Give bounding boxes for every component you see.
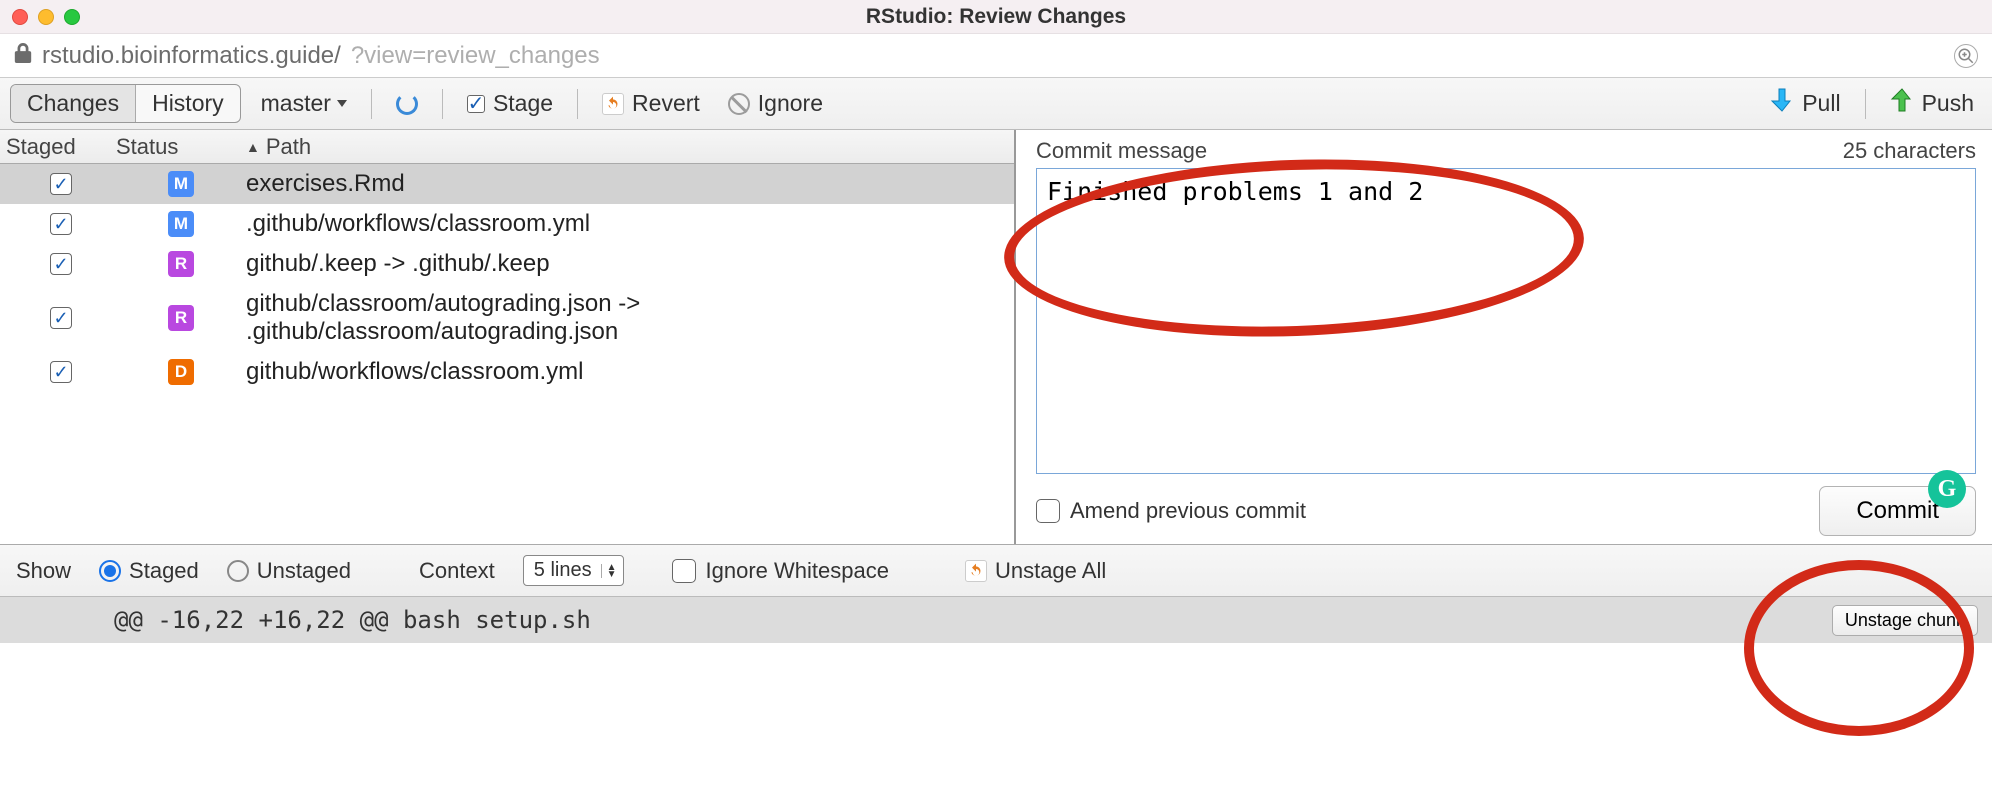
minimize-window-button[interactable]	[38, 9, 54, 25]
titlebar: RStudio: Review Changes	[0, 0, 1992, 34]
staged-checkbox[interactable]: ✓	[50, 213, 72, 235]
col-path[interactable]: ▲ Path	[246, 134, 1008, 160]
tab-changes[interactable]: Changes	[11, 85, 136, 122]
ignore-button[interactable]: Ignore	[720, 86, 831, 121]
window-controls	[0, 9, 80, 25]
pull-button[interactable]: Pull	[1762, 83, 1848, 124]
staged-checkbox[interactable]: ✓	[50, 253, 72, 275]
push-label: Push	[1922, 90, 1974, 117]
window-title: RStudio: Review Changes	[0, 5, 1992, 29]
checkbox-icon	[672, 559, 696, 583]
hunk-line: @@ -16,22 +16,22 @@ bash setup.sh	[14, 606, 591, 634]
amend-label: Amend previous commit	[1070, 498, 1306, 524]
commit-char-count: 25 characters	[1843, 138, 1976, 164]
checkbox-icon	[1036, 499, 1060, 523]
file-row[interactable]: ✓ Dgithub/workflows/classroom.yml	[0, 352, 1014, 392]
revert-button[interactable]: Revert	[594, 86, 708, 121]
url-host[interactable]: rstudio.bioinformatics.guide/	[42, 42, 341, 70]
push-button[interactable]: Push	[1882, 83, 1982, 124]
col-status[interactable]: Status	[116, 134, 246, 160]
file-path: github/classroom/autograding.json -> .gi…	[246, 290, 1008, 346]
view-tabs: Changes History	[10, 84, 241, 123]
status-badge: M	[168, 211, 194, 237]
file-row[interactable]: ✓ M .github/workflows/classroom.yml	[0, 204, 1014, 244]
file-path: github/.keep -> .github/.keep	[246, 250, 1008, 278]
col-staged[interactable]: Staged	[6, 134, 116, 160]
url-query[interactable]: ?view=review_changes	[351, 42, 600, 70]
zoom-icon[interactable]	[1954, 44, 1978, 68]
stepper-icon: ▲▼	[601, 564, 617, 578]
refresh-button[interactable]	[388, 89, 426, 119]
chevron-down-icon	[337, 100, 347, 107]
file-path: exercises.Rmd	[246, 170, 1008, 198]
arrow-down-icon	[1770, 87, 1794, 120]
staged-checkbox[interactable]: ✓	[50, 361, 72, 383]
diff-options-bar: Show Staged Unstaged Context 5 lines ▲▼ …	[0, 545, 1992, 597]
show-unstaged-radio[interactable]: Unstaged	[227, 558, 351, 584]
commit-message-input[interactable]	[1036, 168, 1976, 474]
maximize-window-button[interactable]	[64, 9, 80, 25]
unstage-chunk-button[interactable]: Unstage chunk	[1832, 605, 1978, 636]
status-badge: D	[168, 359, 194, 385]
arrow-up-icon	[1890, 87, 1914, 120]
show-staged-radio[interactable]: Staged	[99, 558, 199, 584]
stage-label: Stage	[493, 90, 553, 117]
check-icon: ✓	[467, 95, 485, 113]
main-split: Staged Status ▲ Path ✓ Mexercises.Rmd ✓ M .g…	[0, 130, 1992, 545]
unstage-all-button[interactable]: Unstage All	[957, 554, 1114, 588]
file-row[interactable]: ✓ Rgithub/.keep -> .github/.keep	[0, 244, 1014, 284]
tab-history[interactable]: History	[136, 85, 240, 122]
branch-name: master	[261, 90, 331, 117]
column-headers: Staged Status ▲ Path	[0, 130, 1014, 164]
pull-label: Pull	[1802, 90, 1840, 117]
refresh-icon	[396, 93, 418, 115]
grammarly-icon[interactable]: G	[1928, 470, 1966, 508]
staged-checkbox[interactable]: ✓	[50, 173, 72, 195]
close-window-button[interactable]	[12, 9, 28, 25]
sort-ascending-icon: ▲	[246, 139, 260, 155]
status-badge: R	[168, 251, 194, 277]
file-pane: Staged Status ▲ Path ✓ Mexercises.Rmd ✓ M .g…	[0, 130, 1016, 544]
ignore-whitespace-checkbox[interactable]: Ignore Whitespace	[672, 558, 889, 584]
ignore-icon	[728, 93, 750, 115]
file-path: github/workflows/classroom.yml	[246, 358, 1008, 386]
context-label: Context	[419, 558, 495, 584]
ignore-label: Ignore	[758, 90, 823, 117]
status-badge: R	[168, 305, 194, 331]
amend-checkbox[interactable]: Amend previous commit	[1036, 498, 1306, 524]
toolbar: Changes History master ✓ Stage Revert Ig…	[0, 78, 1992, 130]
revert-icon	[602, 93, 624, 115]
lock-icon	[14, 43, 32, 68]
branch-selector[interactable]: master	[253, 86, 355, 121]
stage-button[interactable]: ✓ Stage	[459, 86, 561, 121]
revert-label: Revert	[632, 90, 700, 117]
address-bar: rstudio.bioinformatics.guide/ ?view=revie…	[0, 34, 1992, 78]
revert-icon	[965, 560, 987, 582]
file-row[interactable]: ✓ Mexercises.Rmd	[0, 164, 1014, 204]
radio-unchecked-icon	[227, 560, 249, 582]
commit-pane: Commit message 25 characters G Amend pre…	[1016, 130, 1992, 544]
staged-checkbox[interactable]: ✓	[50, 307, 72, 329]
context-lines-select[interactable]: 5 lines ▲▼	[523, 555, 624, 586]
commit-message-label: Commit message	[1036, 138, 1207, 164]
file-row[interactable]: ✓ Rgithub/classroom/autograding.json -> .…	[0, 284, 1014, 352]
status-badge: M	[168, 171, 194, 197]
radio-checked-icon	[99, 560, 121, 582]
file-list: ✓ Mexercises.Rmd ✓ M .github/workflows/class…	[0, 164, 1014, 544]
show-label: Show	[16, 558, 71, 584]
diff-hunk-header: @@ -16,22 +16,22 @@ bash setup.sh Unstag…	[0, 597, 1992, 643]
file-path: .github/workflows/classroom.yml	[246, 210, 1008, 238]
